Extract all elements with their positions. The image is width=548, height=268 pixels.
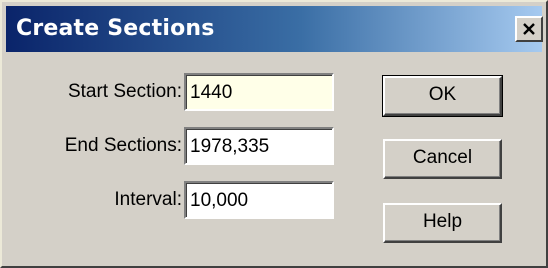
start-section-input[interactable]: 1440: [184, 73, 334, 111]
cancel-button[interactable]: Cancel: [383, 139, 502, 179]
help-button[interactable]: Help: [383, 203, 502, 243]
interval-input[interactable]: 10,000: [184, 181, 334, 219]
ok-button[interactable]: OK: [382, 75, 503, 117]
end-sections-label: End Sections:: [64, 135, 182, 156]
window-title: Create Sections: [16, 16, 215, 41]
title-bar[interactable]: Create Sections: [6, 6, 543, 52]
close-button[interactable]: [515, 16, 543, 42]
interval-label: Interval:: [114, 189, 182, 210]
create-sections-dialog: Create Sections Start Section: 1440 End …: [0, 0, 548, 268]
end-sections-input[interactable]: 1978,335: [184, 127, 334, 165]
close-x-icon: [523, 23, 535, 35]
start-section-label: Start Section:: [67, 81, 182, 102]
